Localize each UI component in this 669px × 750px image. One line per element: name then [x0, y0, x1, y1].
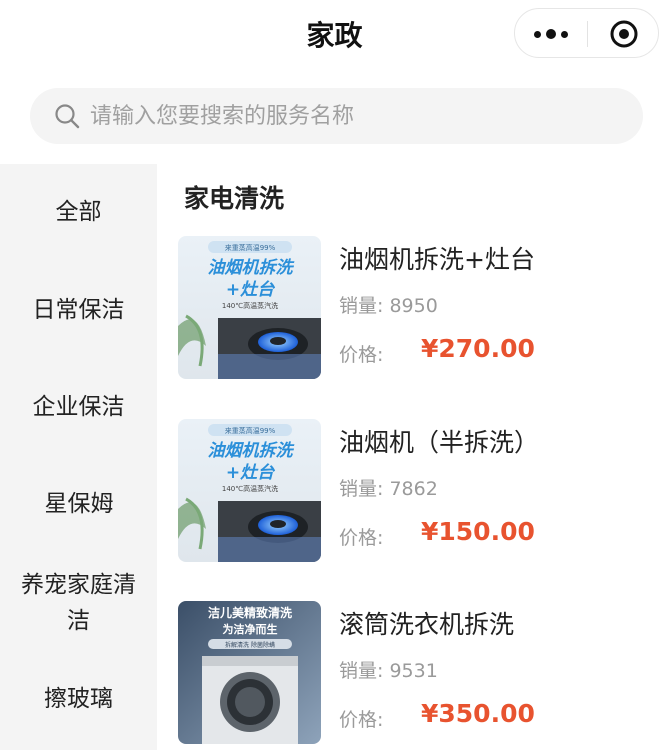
product-price: ¥150.00 — [421, 517, 535, 546]
product-name: 油烟机拆洗+灶台 — [339, 245, 535, 274]
product-name: 油烟机（半拆洗） — [339, 428, 540, 457]
product-image: 来重蒸高温99% 油烟机拆洗 +灶台 140℃高温蒸汽洗 — [178, 236, 321, 379]
search-input[interactable] — [90, 88, 630, 144]
sidebar-item-nanny[interactable]: 星保姆 — [14, 486, 144, 522]
sidebar-item-daily-cleaning[interactable]: 日常保洁 — [0, 292, 157, 328]
product-image: 来重蒸高温99% 油烟机拆洗 +灶台 140℃高温蒸汽洗 — [178, 419, 321, 562]
product-sales: 销量: 9531 — [339, 660, 438, 682]
close-miniprogram-button[interactable] — [588, 9, 660, 59]
product-price: ¥270.00 — [421, 334, 535, 363]
product-image: 洁儿美精致清洗 为洁净而生 拆解清洗 除菌除螨 — [178, 601, 321, 744]
sidebar-item-all[interactable]: 全部 — [0, 194, 157, 230]
price-label: 价格: — [339, 709, 384, 731]
navigation-bar: 家政 — [0, 0, 669, 70]
image-caption-text: 140℃高温蒸汽洗 — [222, 484, 278, 493]
price-label: 价格: — [339, 344, 384, 366]
product-card[interactable]: 洁儿美精致清洗 为洁净而生 拆解清洗 除菌除螨 滚筒洗衣机拆洗 销量: 9531… — [178, 601, 658, 746]
image-headline-text: 油烟机拆洗 — [208, 258, 295, 278]
category-sidebar: 全部 日常保洁 企业保洁 星保姆 养宠家庭清洁 擦玻璃 — [0, 164, 157, 750]
sidebar-item-enterprise-cleaning[interactable]: 企业保洁 — [0, 389, 157, 425]
price-label: 价格: — [339, 527, 384, 549]
image-tag-text: 来重蒸高温99% — [225, 243, 276, 252]
image-headline-text: 油烟机拆洗 — [208, 441, 295, 461]
image-headline-text: 洁儿美精致清洗 — [208, 605, 292, 620]
mini-program-capsule — [514, 8, 659, 58]
image-caption-text: 拆解清洗 除菌除螨 — [225, 641, 275, 649]
product-sales: 销量: 8950 — [339, 295, 438, 317]
service-list: 家电清洗 来重蒸高温99% 油烟机拆洗 +灶台 140℃高温蒸汽洗 油烟机拆洗+… — [157, 164, 669, 750]
image-tag-text: 来重蒸高温99% — [225, 426, 276, 435]
more-button[interactable] — [515, 9, 587, 59]
product-card[interactable]: 来重蒸高温99% 油烟机拆洗 +灶台 140℃高温蒸汽洗 油烟机拆洗+灶台 销量… — [178, 236, 658, 381]
more-dot-icon — [546, 29, 556, 39]
section-title: 家电清洗 — [184, 184, 285, 213]
target-circle-icon — [610, 20, 638, 48]
more-dot-icon — [534, 30, 541, 38]
product-name: 滚筒洗衣机拆洗 — [339, 610, 515, 639]
image-headline-text: +灶台 — [226, 280, 275, 300]
product-card[interactable]: 来重蒸高温99% 油烟机拆洗 +灶台 140℃高温蒸汽洗 油烟机（半拆洗） 销量… — [178, 419, 658, 564]
sidebar-item-pet-family-cleaning[interactable]: 养宠家庭清洁 — [10, 567, 147, 639]
search-icon — [55, 104, 80, 129]
image-headline-text: 为洁净而生 — [223, 622, 278, 636]
sidebar-item-window-cleaning[interactable]: 擦玻璃 — [0, 681, 157, 717]
product-price: ¥350.00 — [421, 699, 535, 728]
more-dot-icon — [561, 30, 568, 38]
search-bar[interactable] — [30, 88, 643, 144]
product-sales: 销量: 7862 — [339, 478, 438, 500]
image-caption-text: 140℃高温蒸汽洗 — [222, 301, 278, 310]
image-headline-text: +灶台 — [226, 463, 275, 483]
